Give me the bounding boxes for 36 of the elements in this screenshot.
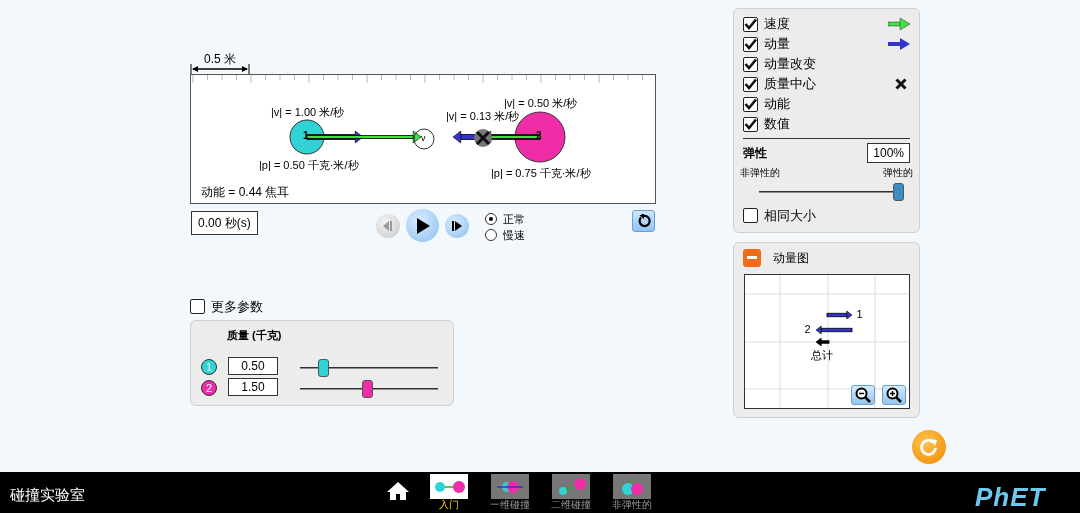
- mass-title: 质量 (千克): [227, 329, 282, 341]
- elasticity-label: 弹性: [743, 145, 767, 162]
- ball-number: 1: [201, 358, 217, 375]
- kinetic-energy-label: 动能 = 0.44 焦耳: [201, 186, 290, 198]
- option-checkbox[interactable]: 数值: [743, 114, 790, 134]
- velocity-label: |v| = 0.13 米/秒: [446, 111, 520, 122]
- elasticity-value: 100%: [867, 143, 910, 163]
- ball-number: 1: [303, 131, 309, 141]
- ruler-label: 0.5 米: [204, 53, 236, 65]
- arrow-label: 总计: [810, 349, 833, 361]
- option-checkbox[interactable]: 动量: [743, 34, 790, 54]
- diagram-title: 动量图: [773, 249, 809, 267]
- velocity-label: |v| = 0.50 米/秒: [504, 98, 578, 109]
- app-title: 碰撞实验室: [10, 485, 85, 505]
- min-label: 非弹性的: [740, 166, 780, 180]
- option-checkbox[interactable]: 动量改变: [743, 54, 816, 74]
- more-data-checkbox[interactable]: 更多参数: [190, 297, 263, 317]
- logo: PhET: [975, 481, 1046, 513]
- speed-radio[interactable]: 正常: [485, 211, 525, 228]
- mass-input-field[interactable]: 1.50: [228, 377, 278, 396]
- same-size-checkbox[interactable]: 相同大小: [743, 206, 816, 226]
- option-checkbox[interactable]: 质量中心: [743, 74, 816, 94]
- speed-radio[interactable]: 慢速: [485, 227, 525, 244]
- ball-number: 2: [201, 379, 217, 396]
- max-label: 弹性的: [883, 166, 913, 180]
- arrow-label: 2: [804, 323, 811, 335]
- handle-label: v: [421, 134, 426, 143]
- velocity-label: |v| = 1.00 米/秒: [271, 107, 345, 118]
- arrow-label: 1: [856, 308, 863, 320]
- ball-number: 2: [536, 131, 542, 141]
- time-readout: 0.00 秒(s): [191, 211, 258, 235]
- option-checkbox[interactable]: 速度: [743, 14, 790, 34]
- mass-input-field[interactable]: 0.50: [228, 356, 278, 375]
- momentum-label: |p| = 0.50 千克·米/秒: [259, 160, 359, 171]
- momentum-label: |p| = 0.75 千克·米/秒: [491, 168, 591, 179]
- option-checkbox[interactable]: 动能: [743, 94, 790, 114]
